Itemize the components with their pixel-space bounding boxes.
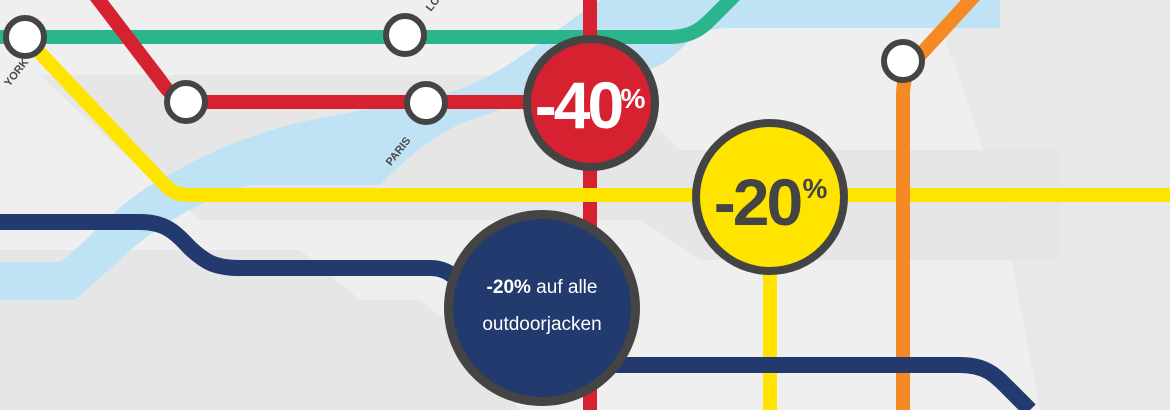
badge-value: -20 <box>714 165 801 239</box>
station <box>164 80 208 124</box>
badge-percent: % <box>621 83 646 114</box>
station-london <box>383 13 427 57</box>
station-york <box>3 15 47 59</box>
promo-line-2: outdoorjacken <box>482 314 601 335</box>
promo-highlight: -20% <box>487 277 531 298</box>
outdoor-jackets-badge[interactable]: -20% auf alle outdoorjacken <box>444 210 640 406</box>
badge-value: -40 <box>535 68 622 142</box>
badge-fill <box>453 219 631 397</box>
promo-line-1-rest: auf alle <box>531 277 598 298</box>
sale-banner[interactable]: YORK LO PARIS -40 % -20 % -20% auf alle … <box>0 0 1170 410</box>
discount-badge-20[interactable]: -20 % <box>692 119 848 275</box>
station-paris <box>404 81 448 125</box>
badge-percent: % <box>803 173 828 204</box>
metro-map: YORK LO PARIS -40 % -20 % -20% auf alle … <box>0 0 1170 410</box>
promo-line-1: -20% auf alle <box>487 277 598 298</box>
discount-badge-40[interactable]: -40 % <box>523 35 659 171</box>
station <box>881 39 925 83</box>
